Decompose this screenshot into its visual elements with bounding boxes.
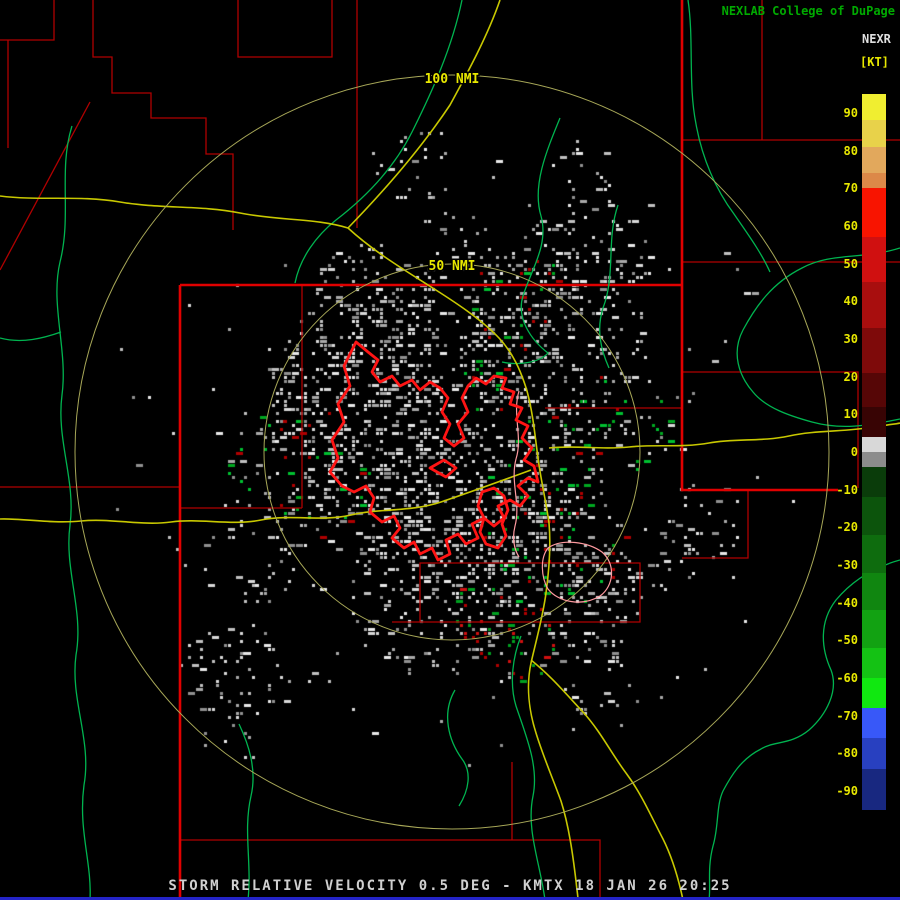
ring-label-50nmi: 50 NMI <box>429 259 476 274</box>
colorbar-tick-label: 90 <box>843 105 858 120</box>
ring-label-100nmi: 100 NMI <box>425 72 480 87</box>
colorbar-tick-label: 40 <box>843 294 858 309</box>
colorbar-scale <box>862 94 886 810</box>
colorbar-segment <box>862 572 886 611</box>
colorbar-tick-label: 80 <box>843 143 858 158</box>
radar-viewport: 100 NMI 50 NMI NEXLAB College of DuPage … <box>0 0 900 900</box>
colorbar-segment <box>862 406 886 437</box>
colorbar-segment <box>862 94 886 121</box>
range-rings <box>74 74 830 830</box>
colorbar-segment <box>862 188 886 238</box>
brand-text: NEXLAB College of DuPage <box>721 4 895 18</box>
colorbar-segment <box>862 327 886 373</box>
colorbar-segment <box>862 173 886 189</box>
colorbar-segment <box>862 120 886 147</box>
colorbar-units: [KT] <box>860 55 889 69</box>
colorbar-tick-label: 30 <box>843 331 858 346</box>
colorbar-segment <box>862 436 886 452</box>
colorbar-tick-label: -60 <box>836 671 858 686</box>
colorbar-tick-label: -30 <box>836 558 858 573</box>
colorbar-segment <box>862 282 886 328</box>
colorbar-segment <box>862 610 886 648</box>
colorbar-tick-label: -10 <box>836 482 858 497</box>
county-lines <box>0 0 900 900</box>
colorbar-segment <box>862 467 886 498</box>
colorbar-segment <box>862 146 886 174</box>
colorbar-segment <box>862 534 886 573</box>
colorbar-tick-labels: 90 80 70 60 50 40 30 20 10 0 -10 -20 -30 -40 -50 -60 -70… <box>818 0 858 900</box>
state-lines <box>178 0 838 900</box>
colorbar-segment <box>862 738 886 769</box>
colorbar-tick-label: 50 <box>843 256 858 271</box>
colorbar-segment <box>862 708 886 739</box>
colorbar-tick-label: 0 <box>850 445 858 459</box>
colorbar-segment <box>862 497 886 535</box>
status-bar: STORM RELATIVE VELOCITY 0.5 DEG - KMTX 1… <box>168 878 732 894</box>
colorbar-tick-label: 60 <box>843 218 858 233</box>
colorbar-tick-label: -50 <box>836 633 858 648</box>
highways <box>0 0 900 900</box>
rivers <box>0 0 900 900</box>
colorbar-tick-label: 70 <box>843 181 858 196</box>
colorbar-tick-label: -80 <box>836 746 858 761</box>
colorbar-tick-label: -40 <box>836 595 858 610</box>
radar-map: 100 NMI 50 NMI <box>0 0 900 900</box>
colorbar-segment <box>862 452 886 468</box>
colorbar-title: NEXR <box>862 32 891 46</box>
colorbar-segment <box>862 647 886 679</box>
colorbar-segment <box>862 678 886 709</box>
lake-outlines <box>328 340 540 562</box>
colorbar-tick-label: 20 <box>843 369 858 384</box>
colorbar-tick-label: 10 <box>843 407 858 422</box>
colorbar-segment <box>862 372 886 407</box>
colorbar-tick-label: -70 <box>836 708 858 723</box>
colorbar-segment <box>862 237 886 283</box>
colorbar-tick-label: -20 <box>836 520 858 535</box>
colorbar-segment <box>862 768 886 810</box>
colorbar-tick-label: -90 <box>836 784 858 799</box>
